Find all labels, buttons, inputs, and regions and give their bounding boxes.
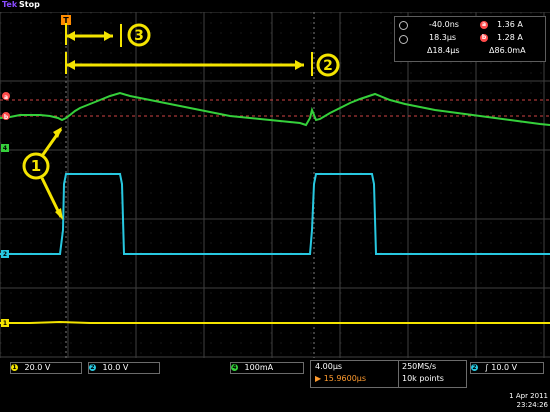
trigger-position: ▶ 15.9600µs	[315, 374, 367, 383]
cursor-b-icon	[399, 35, 408, 44]
oscilloscope-screen: T a b 4 2 1 3 2 1	[0, 12, 550, 358]
date-value: 1 Apr 2011	[509, 392, 548, 400]
ch2-scale-value: 10.0 V	[102, 363, 129, 372]
marker-a-label: a	[4, 94, 8, 101]
left-marker-ch2: 2	[1, 250, 9, 258]
timebase-value: 4.00µs	[315, 362, 343, 371]
amp-a-badge: a	[480, 21, 488, 29]
top-status-bar: Tek Stop	[0, 0, 550, 12]
annotation-1-number: 1	[31, 157, 41, 175]
trigger-level-value: 10.0 V	[491, 363, 518, 372]
amp-b-value: 1.28 A	[497, 33, 523, 42]
left-marker-ch1: 1	[1, 319, 9, 327]
record-length: 10k points	[402, 374, 444, 383]
ch4-channel-icon: 4	[231, 364, 238, 371]
delta-amp-value: Δ86.0mA	[489, 46, 526, 55]
marker-b-label: b	[4, 114, 9, 121]
brand-label: Tek	[2, 0, 18, 9]
ch1-voltage-waveform	[0, 320, 550, 324]
cursor-measurement-panel: -40.0ns 18.3µs Δ18.4µs a b 1.36 A 1.28 A…	[394, 16, 546, 62]
ch2-marker-label: 2	[3, 251, 7, 258]
annotation-2-number: 2	[323, 58, 333, 74]
ch1-marker-label: 1	[3, 320, 7, 327]
cursor-a-icon	[399, 21, 408, 30]
time-b-value: 18.3µs	[429, 33, 457, 42]
ch1-scale-value: 20.0 V	[24, 363, 51, 372]
time-value: 23:24:26	[516, 401, 548, 409]
left-marker-ch4: 4	[1, 144, 9, 152]
time-a-value: -40.0ns	[429, 20, 459, 29]
ch4-marker-label: 4	[3, 145, 7, 152]
trigger-readout: 2 ∫ 10.0 V	[470, 362, 544, 374]
ch2-channel-icon: 2	[89, 364, 96, 371]
sampling-box: 250MS/s 10k points	[398, 360, 467, 388]
ch1-channel-icon: 1	[11, 364, 18, 371]
date-time-stamp: 1 Apr 2011 23:24:26	[509, 392, 548, 410]
amp-a-value: 1.36 A	[497, 20, 523, 29]
amp-b-badge: b	[480, 34, 488, 42]
ch4-scale-readout: 4 100mA	[230, 362, 304, 374]
run-state-label: Stop	[19, 0, 40, 9]
timebase-box: 4.00µs ▶ 15.9600µs	[310, 360, 399, 388]
sample-rate: 250MS/s	[402, 362, 437, 371]
trigger-slope-icon: ∫	[484, 363, 489, 372]
delta-time-value: Δ18.4µs	[427, 46, 460, 55]
trigger-channel-icon: 2	[471, 364, 478, 371]
ch2-scale-readout: 2 10.0 V	[88, 362, 160, 374]
bottom-status-bar: 1 20.0 V 2 10.0 V 4 100mA 4.00µs ▶ 15.96…	[0, 358, 550, 412]
trigger-position-icon: ▶	[315, 374, 322, 383]
annotation-3-number: 3	[134, 28, 144, 44]
ch1-scale-readout: 1 20.0 V	[10, 362, 82, 374]
ch4-scale-value: 100mA	[244, 363, 274, 372]
